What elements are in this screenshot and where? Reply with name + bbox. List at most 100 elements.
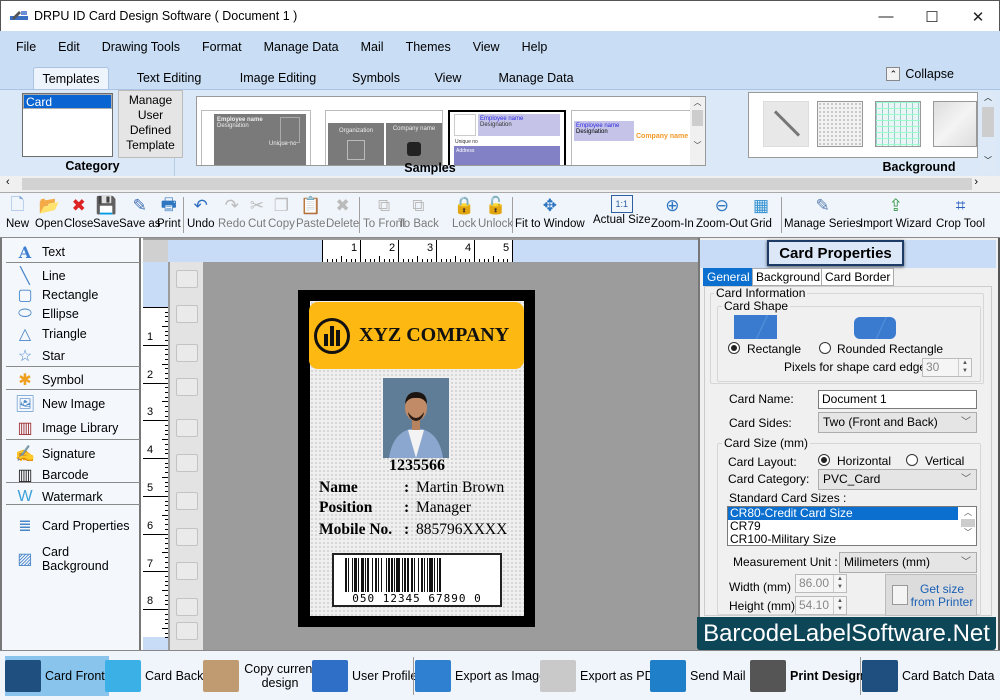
tab-image-editing[interactable]: Image Editing xyxy=(232,67,324,89)
import-wizard-button[interactable]: ⇪ Import Wizard xyxy=(860,195,932,235)
lock-object-icon[interactable] xyxy=(176,344,198,362)
send-mail-button[interactable]: Send Mail xyxy=(650,656,746,696)
spinner-arrows-icon[interactable]: ▲ ▼ xyxy=(833,597,846,614)
print-button[interactable]: 🖶 Print xyxy=(157,195,181,235)
open-button[interactable]: 📂 Open xyxy=(35,195,63,235)
export-as-image-button[interactable]: Export as Image xyxy=(415,656,546,696)
center-horizontal-icon[interactable] xyxy=(176,562,198,580)
center-vertical-icon[interactable] xyxy=(176,598,198,616)
card-back-button[interactable]: Card Back xyxy=(105,656,203,696)
edge-pixels-spinner[interactable]: 30 ▲ ▼ xyxy=(922,358,972,377)
rounded-rectangle-shape-preview[interactable] xyxy=(854,317,896,339)
menu-format[interactable]: Format xyxy=(202,40,242,54)
align-left-icon[interactable] xyxy=(176,419,198,437)
collapse-button[interactable]: ⌃ Collapse xyxy=(886,67,954,81)
card-sides-select[interactable]: Two (Front and Back) ﹀ xyxy=(818,412,977,433)
ungroup-icon[interactable] xyxy=(176,305,198,323)
employee-photo[interactable] xyxy=(383,378,449,458)
save-button[interactable]: 💾 Save xyxy=(93,195,119,235)
size-list-scrollbar[interactable]: ︿ ﹀ xyxy=(960,507,976,545)
card-front-button[interactable]: Card Front xyxy=(5,656,109,696)
card-category-select[interactable]: PVC_Card ﹀ xyxy=(818,469,977,490)
card-barcode[interactable]: 050 12345 67890 0 xyxy=(332,553,502,607)
ribbon-horizontal-scrollbar[interactable]: ‹ › xyxy=(0,176,1000,193)
employee-id[interactable]: 1235566 xyxy=(310,457,524,475)
horizontal-radio[interactable] xyxy=(818,454,830,466)
tab-card-border[interactable]: Card Border xyxy=(821,268,895,286)
samples-scrollbar[interactable]: ︿ ﹀ xyxy=(690,97,705,165)
user-profile-button[interactable]: User Profile xyxy=(312,656,417,696)
rounded-rectangle-radio[interactable] xyxy=(819,342,831,354)
tab-templates[interactable]: Templates xyxy=(33,67,109,89)
cut-button[interactable]: ✂ Cut xyxy=(246,195,268,235)
save-as-button[interactable]: ✎ Save as xyxy=(119,195,161,235)
card-header[interactable]: XYZ COMPANY xyxy=(309,302,524,369)
redo-button[interactable]: ↷ Redo xyxy=(218,195,246,235)
menu-drawing-tools[interactable]: Drawing Tools xyxy=(102,40,180,54)
zoom-in-button[interactable]: ⊕ Zoom-In xyxy=(651,195,694,235)
minimize-button[interactable]: — xyxy=(863,1,909,32)
zoom-out-button[interactable]: ⊖ Zoom-Out xyxy=(696,195,748,235)
align-right-icon[interactable] xyxy=(176,454,198,472)
tab-general[interactable]: General xyxy=(703,268,754,286)
tool-line[interactable]: ╲ Line xyxy=(14,266,65,286)
to-back-button[interactable]: ⧉ To Back xyxy=(398,195,439,235)
category-list[interactable]: Card Templates User Defined xyxy=(22,93,113,157)
height-spinner[interactable]: 54.10 ▲ ▼ xyxy=(795,596,847,615)
fit-to-window-button[interactable]: ✥ Fit to Window xyxy=(515,195,585,235)
center-both-icon[interactable] xyxy=(176,622,198,640)
bg-thumb-texture[interactable] xyxy=(817,101,863,147)
print-design-button[interactable]: Print Design xyxy=(750,656,864,696)
copy-current-design-button[interactable]: Copy current design xyxy=(203,656,317,696)
copy-button[interactable]: ❐ Copy xyxy=(268,195,295,235)
crop-tool-button[interactable]: ⌗ Crop Tool xyxy=(936,195,985,235)
rectangle-radio[interactable] xyxy=(728,342,740,354)
get-size-from-printer-button[interactable]: Get size from Printer xyxy=(885,574,977,616)
tool-card-background[interactable]: ▨ Card Background xyxy=(14,545,139,573)
card-name-input[interactable]: Document 1 xyxy=(818,390,977,409)
tool-card-properties[interactable]: ≣ Card Properties xyxy=(14,516,129,536)
tool-symbol[interactable]: ✱ Symbol xyxy=(14,370,83,390)
card-batch-data-button[interactable]: Card Batch Data xyxy=(862,656,994,696)
align-top-icon[interactable] xyxy=(176,492,198,510)
measurement-unit-select[interactable]: Milimeters (mm) ﹀ xyxy=(839,552,977,573)
rectangle-shape-preview[interactable] xyxy=(734,315,777,339)
spinner-arrows-icon[interactable]: ▲ ▼ xyxy=(833,575,846,592)
scroll-thumb[interactable] xyxy=(22,178,972,190)
tab-text-editing[interactable]: Text Editing xyxy=(128,67,210,89)
lock-button[interactable]: 🔒 Lock xyxy=(452,195,476,235)
tool-star[interactable]: ☆ Star xyxy=(14,346,65,366)
sample-template-3[interactable]: Employee name Designation Unique no Addr… xyxy=(448,110,566,165)
close-button[interactable]: ✖ Close xyxy=(64,195,93,235)
standard-sizes-list[interactable]: CR80-Credit Card Size CR79 CR100-Militar… xyxy=(727,506,977,546)
manage-user-defined-template-button[interactable]: Manage User Defined Template xyxy=(118,90,183,158)
tab-background[interactable]: Background xyxy=(752,268,825,286)
manage-series-button[interactable]: ✎ Manage Series xyxy=(784,195,861,235)
bg-thumb-grid[interactable] xyxy=(875,101,921,147)
tab-symbols[interactable]: Symbols xyxy=(344,67,408,89)
card-field-name[interactable]: Name: Martin Brown xyxy=(319,479,504,497)
bg-thumb-no-preview[interactable] xyxy=(763,101,809,147)
menu-edit[interactable]: Edit xyxy=(58,40,80,54)
delete-button[interactable]: ✖ Delete xyxy=(326,195,359,235)
sample-template-1[interactable]: Employee name Designation Unique no xyxy=(201,110,311,165)
align-bottom-icon[interactable] xyxy=(176,528,198,546)
maximize-button[interactable]: ☐ xyxy=(909,1,955,32)
sample-template-4[interactable]: Employee name Designation Company name xyxy=(571,110,691,165)
width-spinner[interactable]: 86.00 ▲ ▼ xyxy=(795,574,847,593)
card-field-position[interactable]: Position: Manager xyxy=(319,499,471,517)
close-button[interactable]: ✕ xyxy=(955,1,1000,32)
tool-text[interactable]: A Text xyxy=(14,242,65,262)
vertical-radio[interactable] xyxy=(906,454,918,466)
unlock-button[interactable]: 🔓 Unlock xyxy=(478,195,513,235)
export-as-pdf-button[interactable]: Export as PDF xyxy=(540,656,661,696)
tool-new-image[interactable]: 🖼 New Image xyxy=(14,394,105,414)
bg-thumb-diagonal[interactable] xyxy=(933,101,977,147)
scroll-right-icon[interactable]: › xyxy=(974,176,978,188)
menu-manage-data[interactable]: Manage Data xyxy=(264,40,339,54)
tool-signature[interactable]: ✍ Signature xyxy=(14,444,95,464)
new-button[interactable]: 🗋 New xyxy=(6,195,29,235)
menu-mail[interactable]: Mail xyxy=(361,40,384,54)
tool-ellipse[interactable]: ⬭ Ellipse xyxy=(14,304,79,324)
scroll-left-icon[interactable]: ‹ xyxy=(6,176,10,188)
